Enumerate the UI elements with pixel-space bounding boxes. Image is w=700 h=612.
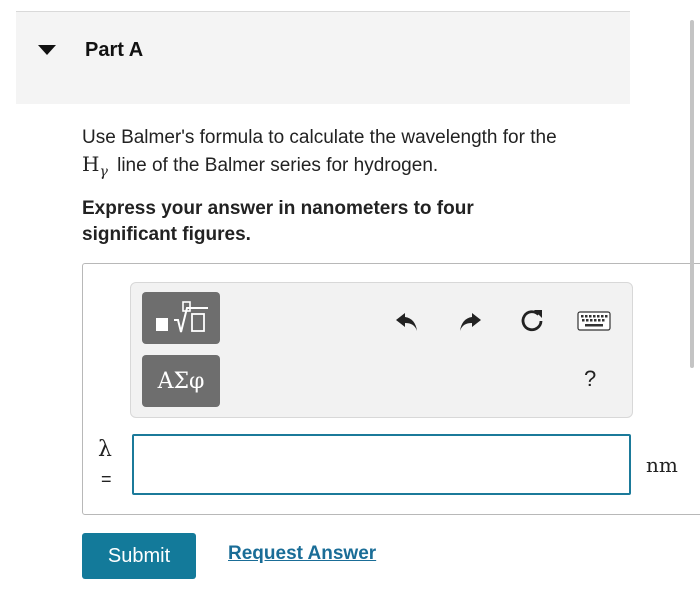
question-text-after: line of the Balmer series for hydrogen. xyxy=(117,155,439,176)
undo-icon xyxy=(396,313,417,331)
answer-input[interactable] xyxy=(132,434,631,495)
answer-instruction: Express your answer in nanometers to fou… xyxy=(82,198,474,245)
symbol-gamma: γ xyxy=(99,164,108,180)
request-answer-link[interactable]: Request Answer xyxy=(228,543,376,565)
reset-button[interactable] xyxy=(516,305,548,337)
keyboard-button[interactable] xyxy=(576,307,612,335)
redo-icon xyxy=(460,313,481,331)
page: Part A Use Balmer's formula to calculate… xyxy=(0,0,700,612)
equals-label: = xyxy=(101,469,112,489)
caret-down-icon[interactable] xyxy=(38,45,56,55)
templates-button[interactable] xyxy=(142,292,220,344)
help-button[interactable]: ? xyxy=(584,366,596,392)
unit-label: nm xyxy=(646,453,678,477)
redo-button[interactable] xyxy=(454,305,486,337)
reset-icon xyxy=(521,310,543,332)
keyboard-icon xyxy=(577,311,611,331)
templates-icon xyxy=(156,301,208,333)
undo-button[interactable] xyxy=(391,305,423,337)
symbols-button[interactable]: ΑΣφ xyxy=(142,355,220,407)
submit-button[interactable]: Submit xyxy=(82,533,196,579)
part-title[interactable]: Part A xyxy=(85,39,143,62)
question-text-before: Use Balmer's formula to calculate the wa… xyxy=(82,127,557,148)
question-text: Use Balmer's formula to calculate the wa… xyxy=(82,124,642,181)
variable-label: λ xyxy=(98,437,112,462)
symbol-h: H xyxy=(82,152,100,176)
scrollbar[interactable] xyxy=(690,20,694,368)
